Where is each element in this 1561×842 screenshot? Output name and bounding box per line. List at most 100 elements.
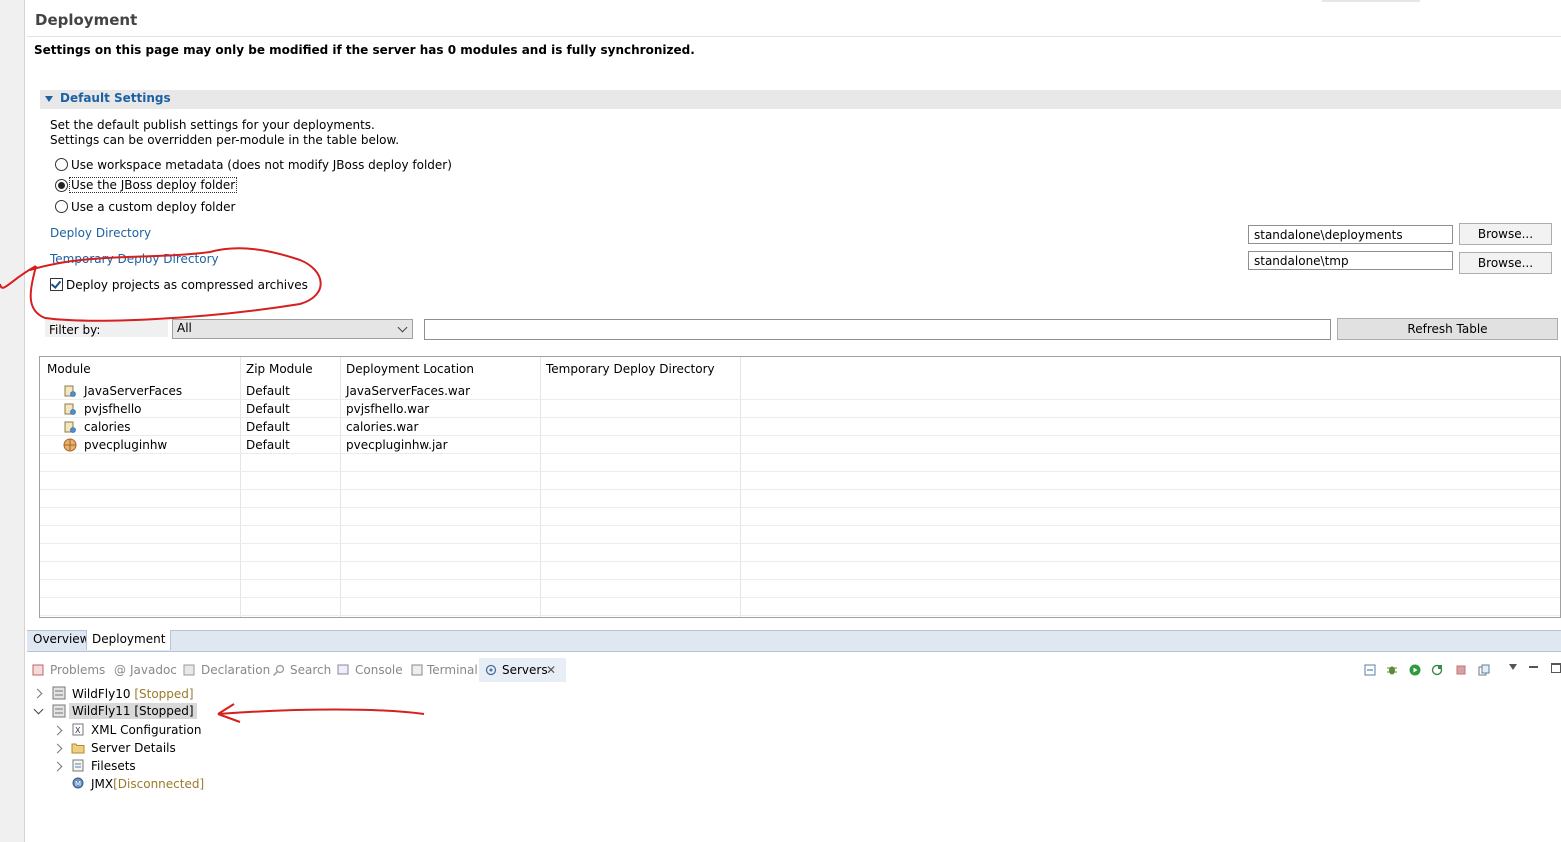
server-wildfly10[interactable]: WildFly10 [Stopped] [72,687,194,701]
table-row-divider [40,417,1560,418]
tree-server-details[interactable]: Server Details [91,741,176,755]
search-icon [272,664,285,677]
tab-problems[interactable]: Problems [50,663,105,677]
section-title[interactable]: Default Settings [60,91,171,105]
close-icon[interactable]: ✕ [546,663,556,677]
compressed-archives-label[interactable]: Deploy projects as compressed archives [66,278,308,292]
radio-workspace-metadata-label[interactable]: Use workspace metadata (does not modify … [71,158,452,172]
javadoc-icon: @ [114,663,126,677]
minimize-icon[interactable] [1529,666,1538,668]
table-row-divider [40,507,1560,508]
table-row-divider [40,399,1560,400]
collapse-arrow-icon[interactable] [33,704,44,715]
expand-triangle-icon[interactable] [45,96,53,102]
filter-text-input[interactable] [424,319,1331,340]
radio-custom-deploy-folder[interactable] [55,200,68,213]
annotation-arrow [217,703,425,723]
server-icon [52,686,66,700]
plugin-module-icon [63,438,77,452]
deploy-directory-link[interactable]: Deploy Directory [50,226,151,240]
table-row-divider [40,435,1560,436]
filter-select[interactable]: All [172,319,413,339]
expand-arrow-icon[interactable] [32,688,43,699]
row-zip[interactable]: Default [246,438,290,452]
row-zip[interactable]: Default [246,402,290,416]
browse-deploy-button[interactable]: Browse... [1459,223,1552,245]
maximize-icon[interactable] [1551,663,1561,673]
profile-icon[interactable] [1431,664,1443,676]
web-module-icon [64,385,76,397]
expand-arrow-icon[interactable] [52,761,63,772]
description-line-2: Settings can be overridden per-module in… [50,133,400,147]
xml-icon: X [72,723,84,736]
web-module-icon [64,403,76,415]
title-gap [1322,0,1420,2]
server-state: [Stopped] [134,704,194,718]
table-row-divider [40,597,1560,598]
radio-custom-deploy-folder-label[interactable]: Use a custom deploy folder [71,200,235,214]
section-header[interactable] [40,90,1561,109]
filter-label: Filter by: [49,323,101,337]
column-header-location[interactable]: Deployment Location [346,362,474,376]
server-wildfly11[interactable]: WildFly11 [Stopped] [69,703,197,719]
radio-jboss-deploy-folder-label[interactable]: Use the JBoss deploy folder [68,177,238,193]
radio-jboss-deploy-folder[interactable] [55,179,68,192]
column-header-zip[interactable]: Zip Module [246,362,313,376]
server-state: [Stopped] [134,687,194,701]
title-divider [27,36,1561,37]
row-module-name[interactable]: calories [84,420,131,434]
browse-temp-button[interactable]: Browse... [1459,252,1552,274]
server-name: WildFly10 [72,687,131,701]
deploy-directory-field[interactable]: standalone\deployments [1248,225,1453,244]
tree-jmx[interactable]: JMX[Disconnected] [91,777,204,791]
tree-xml-configuration[interactable]: XML Configuration [91,723,201,737]
column-header-module[interactable]: Module [47,362,91,376]
jmx-state: [Disconnected] [113,777,205,791]
row-location[interactable]: JavaServerFaces.war [346,384,470,398]
temp-directory-field[interactable]: standalone\tmp [1248,251,1453,270]
expand-arrow-icon[interactable] [52,743,63,754]
tab-console[interactable]: Console [355,663,403,677]
debug-icon[interactable] [1386,664,1398,676]
row-zip[interactable]: Default [246,420,290,434]
table-row-divider [40,543,1560,544]
jmx-label: JMX [91,777,114,791]
tree-filesets[interactable]: Filesets [91,759,136,773]
sync-warning: Settings on this page may only be modifi… [34,43,695,57]
expand-arrow-icon[interactable] [52,725,63,736]
declaration-icon [183,664,195,676]
module-table[interactable]: Module Zip Module Deployment Location Te… [39,356,1561,618]
tab-declaration[interactable]: Declaration [201,663,270,677]
compressed-archives-checkbox[interactable] [50,278,63,291]
row-module-name[interactable]: pvjsfhello [84,402,142,416]
view-menu-icon[interactable] [1509,664,1517,670]
collapse-icon[interactable] [1364,664,1376,676]
tab-search[interactable]: Search [290,663,331,677]
column-header-temp-dir[interactable]: Temporary Deploy Directory [546,362,715,376]
row-location[interactable]: pvjsfhello.war [346,402,429,416]
table-row-divider [40,489,1560,490]
checkmark-icon [50,278,62,289]
server-icon [52,704,66,718]
description-line-1: Set the default publish settings for you… [50,118,375,132]
folder-icon [71,743,85,754]
stop-icon[interactable] [1455,664,1467,676]
servers-icon [485,664,497,676]
row-zip[interactable]: Default [246,384,290,398]
radio-workspace-metadata[interactable] [55,158,68,171]
row-module-name[interactable]: JavaServerFaces [84,384,182,398]
row-location[interactable]: pvecpluginhw.jar [346,438,448,452]
temp-deploy-directory-link[interactable]: Temporary Deploy Directory [50,252,219,266]
start-icon[interactable] [1409,664,1421,676]
tab-terminal[interactable]: Terminal [427,663,478,677]
table-row-divider [40,471,1560,472]
tab-servers[interactable]: Servers [502,663,548,677]
publish-icon[interactable] [1478,664,1490,676]
row-location[interactable]: calories.war [346,420,418,434]
table-row-divider [40,453,1560,454]
refresh-table-button[interactable]: Refresh Table [1337,318,1558,340]
tab-deployment[interactable]: Deployment [86,630,172,650]
table-row-divider [40,615,1560,616]
tab-javadoc[interactable]: Javadoc [130,663,177,677]
row-module-name[interactable]: pvecpluginhw [84,438,167,452]
